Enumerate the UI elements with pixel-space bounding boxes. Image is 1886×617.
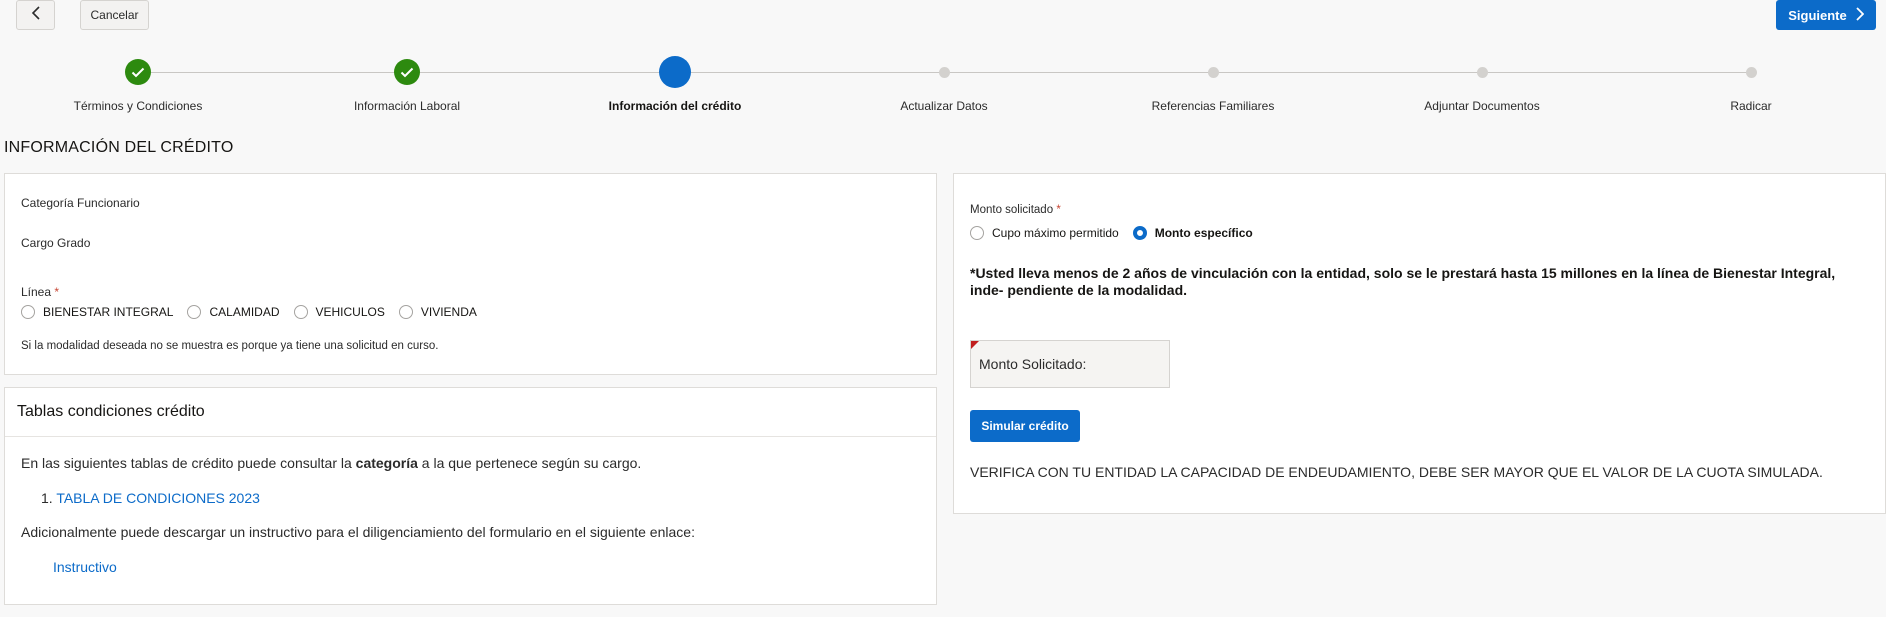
check-icon	[125, 59, 151, 85]
next-button[interactable]: Siguiente	[1776, 0, 1876, 30]
monto-solicitado-field[interactable]: Monto Solicitado:	[970, 340, 1170, 388]
linea-option[interactable]: VIVIENDA	[398, 305, 477, 319]
stepper-step[interactable]: Adjuntar Documentos	[1362, 56, 1602, 113]
linea-option[interactable]: BIENESTAR INTEGRAL	[21, 305, 173, 319]
stepper-step[interactable]: Actualizar Datos	[824, 56, 1064, 113]
pending-step-dot	[1207, 66, 1219, 78]
step-indicator	[824, 56, 1064, 88]
linea-radio-group: BIENESTAR INTEGRAL CALAMIDAD VEHICULOS VIVI…	[21, 305, 491, 319]
monto-radio-group: Cupo máximo permitido Monto específico	[970, 226, 1267, 240]
next-button-label: Siguiente	[1788, 7, 1847, 23]
additional-text: Adicionalmente puede descargar un instru…	[21, 524, 695, 540]
step-label: Adjuntar Documentos	[1424, 99, 1540, 113]
linea-option-label: VEHICULOS	[315, 305, 385, 319]
step-indicator	[1362, 56, 1602, 88]
monto-panel: Monto solicitado * Cupo máximo permitido…	[953, 173, 1886, 514]
verify-note: VERIFICA CON TU ENTIDAD LA CAPACIDAD DE …	[970, 464, 1823, 480]
step-label: Referencias Familiares	[1151, 99, 1275, 113]
monto-label: Monto solicitado	[970, 204, 1054, 216]
linea-label-wrap: Línea *	[21, 285, 59, 299]
intro-bold: categoría	[355, 455, 418, 471]
instructivo-link[interactable]: Instructivo	[53, 559, 117, 575]
intro-text-2: a la que pertenece según su cargo.	[417, 455, 642, 471]
radio-button[interactable]	[21, 305, 35, 319]
back-button[interactable]	[16, 0, 55, 30]
step-label: Términos y Condiciones	[73, 99, 203, 113]
pending-step-dot	[938, 66, 950, 78]
chevron-left-icon	[31, 5, 41, 25]
monto-option-label: Cupo máximo permitido	[992, 226, 1119, 240]
warning-note: *Usted lleva menos de 2 años de vinculac…	[970, 265, 1836, 298]
page-title: INFORMACIÓN DEL CRÉDITO	[4, 139, 234, 156]
simular-credito-button[interactable]: Simular crédito	[970, 410, 1080, 442]
linea-option-label: CALAMIDAD	[209, 305, 280, 319]
check-icon	[394, 59, 420, 85]
stepper-step[interactable]: Radicar	[1631, 56, 1871, 113]
linea-option-label: BIENESTAR INTEGRAL	[43, 305, 174, 319]
monto-label-wrap: Monto solicitado *	[970, 204, 1061, 216]
radio-button[interactable]	[398, 305, 413, 319]
stepper-step[interactable]: Información del crédito	[555, 56, 795, 113]
monto-option[interactable]: Cupo máximo permitido	[970, 226, 1119, 240]
categoria-label: Categoría Funcionario	[21, 196, 140, 210]
stepper-step[interactable]: Términos y Condiciones	[18, 56, 258, 113]
monto-option-label: Monto específico	[1154, 226, 1253, 240]
step-indicator	[555, 56, 795, 88]
radio-button[interactable]	[293, 305, 308, 319]
table-list-item: 1. TABLA DE CONDICIONES 2023	[41, 490, 260, 506]
radio-button[interactable]	[187, 305, 202, 319]
tables-intro: En las siguientes tablas de crédito pued…	[21, 455, 641, 471]
tables-panel-header: Tablas condiciones crédito	[5, 388, 936, 437]
monto-field-label: Monto Solicitado:	[979, 356, 1087, 372]
linea-option[interactable]: VEHICULOS	[293, 305, 385, 319]
step-label: Actualizar Datos	[900, 99, 988, 113]
step-label: Información Laboral	[353, 99, 461, 113]
cancel-button[interactable]: Cancelar	[80, 0, 149, 30]
required-mark: *	[54, 285, 60, 299]
current-step-dot	[659, 56, 691, 88]
monto-option[interactable]: Monto específico	[1132, 226, 1253, 240]
required-indicator	[971, 341, 979, 349]
intro-text-1: En las siguientes tablas de crédito pued…	[21, 455, 356, 471]
linea-label: Línea	[21, 285, 52, 299]
stepper-step[interactable]: Información Laboral	[287, 56, 527, 113]
step-label: Radicar	[1730, 99, 1772, 113]
cargo-label: Cargo Grado	[21, 236, 91, 250]
linea-note: Si la modalidad deseada no se muestra es…	[21, 340, 439, 352]
step-indicator	[18, 56, 258, 88]
linea-option-label: VIVIENDA	[420, 305, 477, 319]
tables-panel-title: Tablas condiciones crédito	[17, 403, 205, 420]
radio-button[interactable]	[970, 226, 984, 240]
pending-step-dot	[1745, 66, 1757, 78]
credit-info-panel: Categoría Funcionario Cargo Grado Línea …	[4, 173, 937, 375]
table-conditions-link[interactable]: TABLA DE CONDICIONES 2023	[56, 490, 260, 506]
step-indicator	[1631, 56, 1871, 88]
step-label: Información del crédito	[608, 99, 742, 113]
radio-button[interactable]	[1132, 226, 1147, 240]
linea-option[interactable]: CALAMIDAD	[187, 305, 280, 319]
step-indicator	[287, 56, 527, 88]
tables-conditions-panel: Tablas condiciones crédito En las siguie…	[4, 387, 937, 605]
required-mark: *	[1056, 204, 1061, 216]
step-indicator	[1093, 56, 1333, 88]
stepper-step[interactable]: Referencias Familiares	[1093, 56, 1333, 113]
pending-step-dot	[1476, 66, 1488, 78]
chevron-right-icon	[1855, 6, 1865, 24]
list-number: 1.	[41, 490, 53, 506]
